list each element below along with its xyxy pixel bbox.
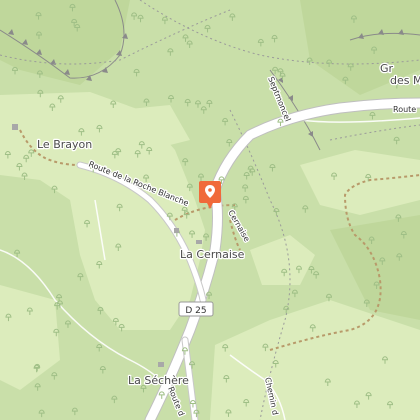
place-le-brayon: Le Brayon — [37, 138, 92, 151]
place-la-cernaise: La Cernaise — [180, 248, 245, 261]
road-label-route-right: Route — [393, 105, 416, 114]
d25-shield: D 25 — [178, 301, 214, 317]
map-view[interactable]: D 25 Le Brayon La Cernaise La Séchère Gr… — [0, 0, 420, 420]
map-canvas: D 25 Le Brayon La Cernaise La Séchère Gr… — [0, 0, 420, 420]
d25-label: D 25 — [185, 306, 206, 316]
place-la-sechere: La Séchère — [128, 374, 189, 387]
map-pin-icon[interactable] — [198, 180, 222, 210]
place-des-m: des M — [390, 74, 420, 87]
